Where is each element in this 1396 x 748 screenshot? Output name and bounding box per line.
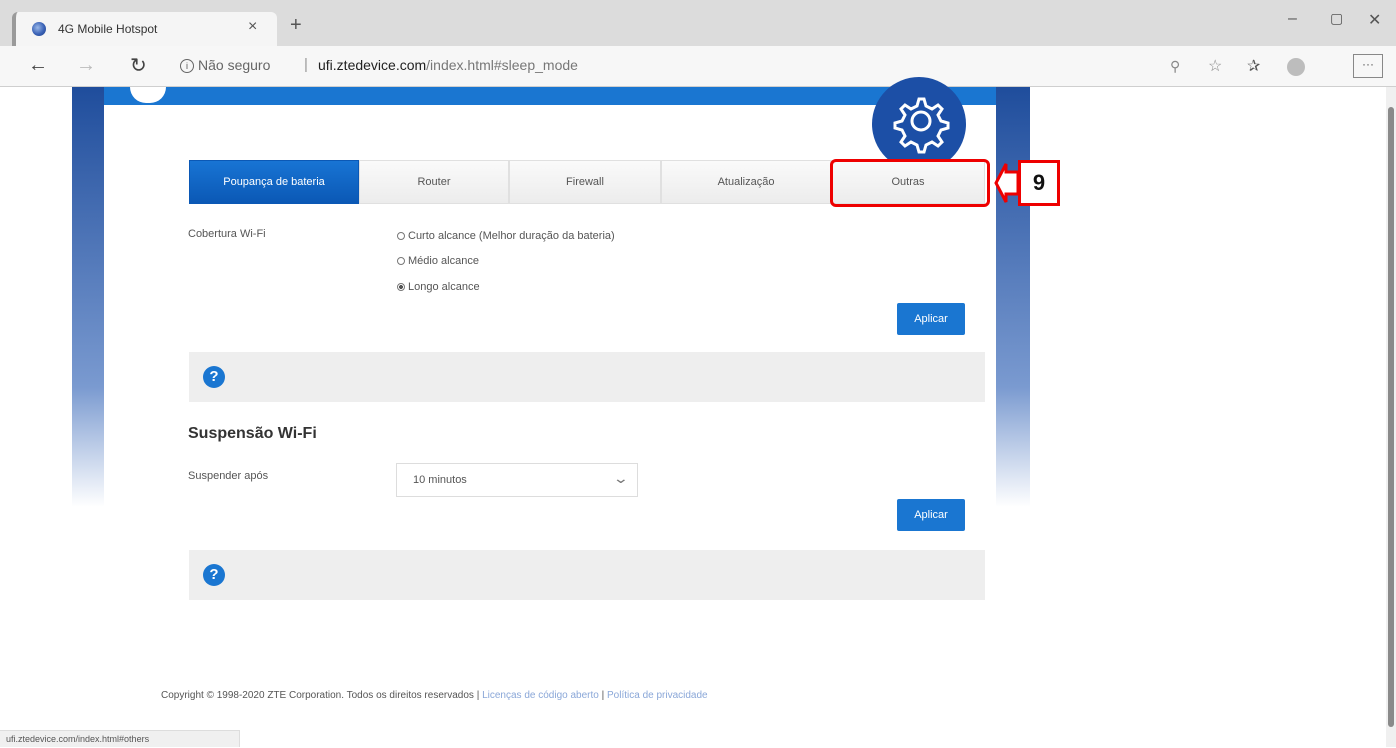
globe-icon xyxy=(32,22,46,36)
url-separator: | xyxy=(304,56,308,73)
scrollbar-thumb[interactable] xyxy=(1388,107,1394,727)
wifi-coverage-label: Cobertura Wi-Fi xyxy=(188,228,266,240)
privacy-policy-link[interactable]: Política de privacidade xyxy=(607,690,708,701)
callout-arrow-icon xyxy=(994,163,1020,203)
callout-highlight-box xyxy=(830,159,990,207)
apply-coverage-button[interactable]: Aplicar xyxy=(897,303,965,335)
background-left-edge xyxy=(72,87,104,730)
window-close-icon[interactable]: ✕ xyxy=(1368,10,1381,30)
zoom-icon[interactable]: ⚲ xyxy=(1170,58,1180,75)
wifi-sleep-title: Suspensão Wi-Fi xyxy=(188,425,317,442)
radio-button-icon[interactable] xyxy=(397,232,405,240)
new-tab-icon[interactable]: + xyxy=(290,15,302,35)
browser-tab[interactable]: 4G Mobile Hotspot × xyxy=(12,12,277,46)
tab-title: 4G Mobile Hotspot xyxy=(58,22,158,36)
forward-arrow-icon[interactable]: → xyxy=(76,54,96,77)
tab-battery-saving[interactable]: Poupança de bateria xyxy=(189,160,359,204)
sleep-after-label: Suspender após xyxy=(188,470,269,482)
favorites-list-icon[interactable]: ✰ xyxy=(1247,56,1260,76)
copyright-text: Copyright © 1998-2020 ZTE Corporation. T… xyxy=(161,690,474,701)
tab-firewall[interactable]: Firewall xyxy=(509,160,661,204)
help-question-icon[interactable]: ? xyxy=(203,366,225,388)
open-source-licenses-link[interactable]: Licenças de código aberto xyxy=(482,690,599,701)
help-bar-coverage: ? xyxy=(189,352,985,402)
radio-medium-range-label: Médio alcance xyxy=(408,255,479,267)
callout-step-number: 9 xyxy=(1018,160,1060,206)
url-host: ufi.ztedevice.com xyxy=(318,57,427,73)
help-bar-sleep: ? xyxy=(189,550,985,600)
info-icon[interactable]: i xyxy=(180,59,194,73)
more-menu-icon[interactable]: ··· xyxy=(1353,54,1383,78)
radio-short-range[interactable]: Curto alcance (Melhor duração da bateria… xyxy=(397,230,615,242)
url-path: /index.html#sleep_mode xyxy=(426,57,578,73)
footer-separator: | xyxy=(601,690,605,701)
profile-avatar-icon[interactable] xyxy=(1287,58,1305,76)
not-secure-label[interactable]: Não seguro xyxy=(198,57,270,73)
address-bar: ← → ↻ i Não seguro | ufi.ztedevice.com/i… xyxy=(0,46,1396,87)
back-arrow-icon[interactable]: ← xyxy=(28,54,48,77)
radio-short-range-label: Curto alcance (Melhor duração da bateria… xyxy=(408,230,615,242)
header-strip xyxy=(104,87,996,105)
reload-icon[interactable]: ↻ xyxy=(130,53,147,78)
footer-text: Copyright © 1998-2020 ZTE Corporation. T… xyxy=(161,690,708,701)
url-field[interactable]: ufi.ztedevice.com/index.html#sleep_mode xyxy=(318,57,578,73)
radio-button-selected-icon[interactable] xyxy=(397,283,405,291)
apply-sleep-button[interactable]: Aplicar xyxy=(897,499,965,531)
favorite-star-icon[interactable]: ☆ xyxy=(1208,56,1222,76)
sleep-after-value: 10 minutos xyxy=(413,474,467,486)
close-tab-icon[interactable]: × xyxy=(248,18,257,36)
tab-router[interactable]: Router xyxy=(359,160,509,204)
radio-medium-range[interactable]: Médio alcance xyxy=(397,255,479,267)
status-bar-url: ufi.ztedevice.com/index.html#others xyxy=(0,730,240,747)
help-question-icon[interactable]: ? xyxy=(203,564,225,586)
vertical-scrollbar[interactable] xyxy=(1386,87,1396,747)
browser-tab-bar: 4G Mobile Hotspot × + – ▢ ✕ xyxy=(0,0,1396,46)
tab-update[interactable]: Atualização xyxy=(661,160,831,204)
minimize-icon[interactable]: – xyxy=(1288,10,1297,28)
radio-long-range-label: Longo alcance xyxy=(408,281,480,293)
restore-icon[interactable]: ▢ xyxy=(1330,10,1343,27)
radio-long-range[interactable]: Longo alcance xyxy=(397,281,480,293)
sleep-after-select[interactable]: 10 minutos ⌄ xyxy=(396,463,638,497)
chevron-down-icon: ⌄ xyxy=(612,470,630,486)
settings-gear-icon xyxy=(872,77,966,171)
radio-button-icon[interactable] xyxy=(397,257,405,265)
footer-separator: | xyxy=(476,690,480,701)
